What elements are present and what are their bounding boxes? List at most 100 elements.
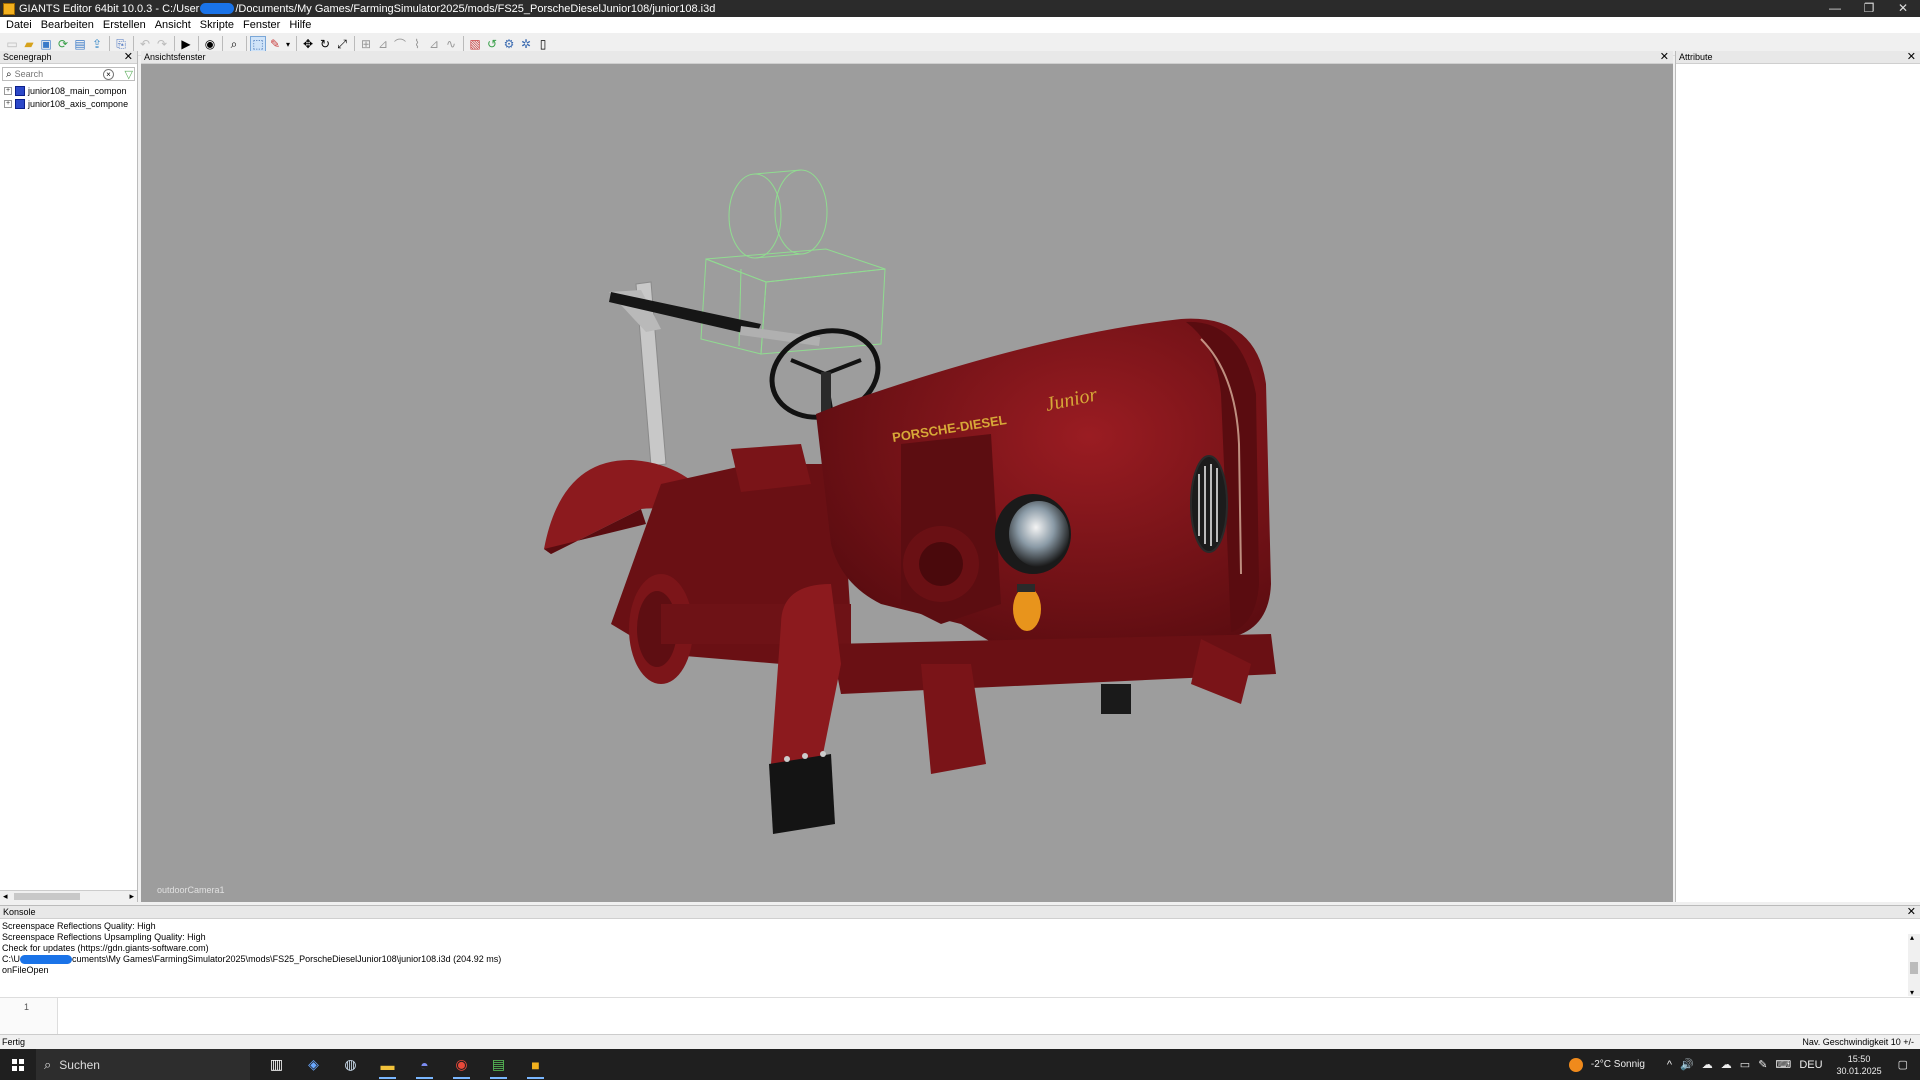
restore-button[interactable]: ❐ — [1852, 0, 1886, 17]
expand-icon[interactable]: + — [4, 86, 12, 95]
horizontal-scrollbar[interactable]: ◂ ▸ — [0, 890, 137, 902]
scale-icon[interactable]: ⤢ — [334, 36, 350, 52]
expand-icon[interactable]: + — [4, 99, 12, 108]
minimize-button[interactable]: — — [1818, 0, 1852, 17]
scroll-up-icon[interactable]: ▴ — [1910, 932, 1914, 943]
script-input[interactable] — [58, 998, 1920, 1034]
rotate-icon[interactable]: ↻ — [317, 36, 333, 52]
task-view-icon[interactable]: ▥ — [258, 1049, 295, 1080]
redo-icon[interactable]: ↷ — [154, 36, 170, 52]
scroll-right-icon[interactable]: ▸ — [129, 891, 134, 902]
menu-skripte[interactable]: Skripte — [197, 19, 240, 31]
console-header: Konsole ✕ — [0, 906, 1920, 919]
attributes-header: Attribute ✕ — [1676, 51, 1920, 64]
import-icon[interactable]: ⎘ — [113, 36, 129, 52]
tree-item[interactable]: + junior108_main_compon — [0, 84, 137, 97]
cloud-icon[interactable]: ☁ — [1721, 1058, 1732, 1071]
menu-bar: Datei Bearbeiten Erstellen Ansicht Skrip… — [0, 17, 1920, 33]
scroll-down-icon[interactable]: ▾ — [1910, 987, 1914, 998]
scrollbar-thumb[interactable] — [14, 893, 80, 900]
chevron-up-icon[interactable]: ^ — [1667, 1059, 1672, 1071]
decal-icon[interactable]: ⊿ — [426, 36, 442, 52]
save-icon[interactable]: ▣ — [38, 36, 54, 52]
redacted-username — [20, 955, 72, 965]
start-button[interactable] — [0, 1049, 36, 1080]
save-all-icon[interactable]: ▤ — [72, 36, 88, 52]
clock[interactable]: 15:50 30.01.2025 — [1837, 1053, 1882, 1077]
material-icon[interactable]: ▧ — [467, 36, 483, 52]
snap-icon[interactable]: ⊿ — [375, 36, 391, 52]
move-icon[interactable]: ✥ — [300, 36, 316, 52]
tractor-render: PORSCHE-DIESEL Junior — [544, 169, 1276, 834]
notepad-icon[interactable]: ▤ — [480, 1049, 517, 1080]
menu-hilfe[interactable]: Hilfe — [286, 19, 317, 31]
scroll-left-icon[interactable]: ◂ — [3, 891, 8, 902]
console-log: Screenspace Reflections Quality: High Sc… — [0, 919, 1920, 997]
chrome-icon[interactable]: ◉ — [443, 1049, 480, 1080]
weather-widget[interactable]: -2°C Sonnig — [1568, 1057, 1645, 1072]
select-icon[interactable]: ⬚ — [250, 36, 266, 52]
spline-icon[interactable]: ∿ — [443, 36, 459, 52]
undo-icon[interactable]: ↶ — [137, 36, 153, 52]
pen-icon[interactable]: ✎ — [1758, 1058, 1767, 1071]
tree-item-label: junior108_axis_compone — [28, 98, 129, 109]
menu-bearbeiten[interactable]: Bearbeiten — [38, 19, 100, 31]
clock-time: 15:50 — [1847, 1053, 1871, 1064]
play-icon[interactable]: ▶ — [178, 36, 194, 52]
close-icon[interactable]: ✕ — [1907, 51, 1916, 63]
keyboard-icon[interactable]: ⌨ — [1775, 1058, 1791, 1071]
vertical-scrollbar[interactable]: ▴ ▾ — [1908, 932, 1920, 998]
scrollbar-thumb[interactable] — [1910, 962, 1918, 974]
build-icon[interactable]: ✲ — [518, 36, 534, 52]
filter-icon[interactable]: ▽ — [125, 68, 133, 81]
zoom-icon[interactable]: ⌕ — [226, 36, 242, 52]
console-line: onFileOpen — [2, 965, 49, 975]
display-icon[interactable]: ▭ — [1740, 1058, 1750, 1071]
menu-datei[interactable]: Datei — [3, 19, 38, 31]
foliage-icon[interactable]: ⌇ — [409, 36, 425, 52]
3d-viewport[interactable]: PORSCHE-DIESEL Junior outdoorCamera1 — [141, 64, 1673, 902]
taskbar-search[interactable]: ⌕ Suchen — [36, 1049, 250, 1080]
terrain-icon[interactable]: ⌒ — [392, 36, 408, 52]
console-line: Screenspace Reflections Quality: High — [2, 921, 156, 931]
giants-app-icon — [3, 2, 15, 15]
discord-icon[interactable]: ◓ — [406, 1049, 443, 1080]
dropdown-icon[interactable]: ▾ — [284, 36, 292, 52]
menu-ansicht[interactable]: Ansicht — [152, 19, 197, 31]
giants-editor-icon[interactable]: ■ — [517, 1049, 554, 1080]
explorer-icon[interactable]: ▬ — [369, 1049, 406, 1080]
export-icon[interactable]: ⇪ — [89, 36, 105, 52]
console-panel: Konsole ✕ Screenspace Reflections Quality… — [0, 905, 1920, 1034]
nav-speed: Nav. Geschwindigkeit 10 +/- — [1802, 1037, 1914, 1047]
paint-icon[interactable]: ✎ — [267, 36, 283, 52]
close-icon[interactable]: ✕ — [1907, 906, 1916, 918]
open-icon[interactable]: ▰ — [21, 36, 37, 52]
network-icon[interactable]: ☁ — [1702, 1058, 1713, 1071]
refresh-icon[interactable]: ↺ — [484, 36, 500, 52]
close-icon[interactable]: ✕ — [124, 51, 133, 63]
clear-icon[interactable]: × — [103, 69, 114, 80]
notification-icon[interactable]: ▢ — [1898, 1058, 1908, 1071]
radiator-grille — [1190, 455, 1228, 553]
menu-erstellen[interactable]: Erstellen — [100, 19, 152, 31]
weather-text: -2°C Sonnig — [1590, 1059, 1645, 1070]
visibility-icon[interactable]: ◉ — [202, 36, 218, 52]
menu-fenster[interactable]: Fenster — [240, 19, 286, 31]
settings-icon[interactable]: ⚙ — [501, 36, 517, 52]
redacted-username — [200, 3, 235, 15]
copilot-icon[interactable]: ◈ — [295, 1049, 332, 1080]
close-button[interactable]: ✕ — [1886, 0, 1920, 17]
search-input[interactable] — [14, 68, 99, 80]
new-icon[interactable]: ▭ — [4, 36, 20, 52]
reload-icon[interactable]: ⟳ — [55, 36, 71, 52]
volume-icon[interactable]: 🔊 — [1680, 1058, 1694, 1071]
tree-item-label: junior108_main_compon — [28, 85, 127, 96]
tree-item[interactable]: + junior108_axis_compone — [0, 97, 137, 110]
scenegraph-panel: Scenegraph✕ ⌕ × ▽ + junior108_main_compo… — [0, 51, 138, 902]
clipboard-icon[interactable]: ▯ — [535, 36, 551, 52]
steam-icon[interactable]: ◍ — [332, 1049, 369, 1080]
language-indicator[interactable]: DEU — [1799, 1059, 1822, 1071]
close-icon[interactable]: ✕ — [1660, 51, 1669, 63]
search-icon: ⌕ — [44, 1056, 52, 1072]
align-icon[interactable]: ⊞ — [358, 36, 374, 52]
